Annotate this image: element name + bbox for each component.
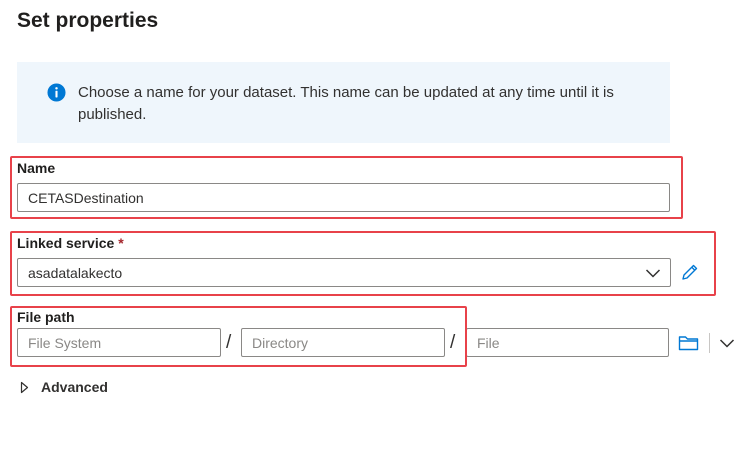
- chevron-down-icon: [719, 339, 735, 348]
- name-input[interactable]: [17, 183, 670, 212]
- toolbar-divider: [709, 333, 710, 353]
- advanced-toggle[interactable]: Advanced: [20, 379, 108, 395]
- chevron-down-icon: [645, 269, 661, 278]
- page-title: Set properties: [17, 9, 159, 32]
- advanced-label: Advanced: [41, 379, 108, 395]
- file-input[interactable]: [466, 328, 669, 357]
- folder-icon: [678, 336, 698, 351]
- name-label: Name: [17, 160, 56, 176]
- edit-linked-service-button[interactable]: [678, 260, 702, 284]
- file-path-label: File path: [17, 309, 75, 325]
- pencil-icon: [682, 264, 698, 280]
- file-system-input[interactable]: [17, 328, 221, 357]
- linked-service-select[interactable]: asadatalakecto: [17, 258, 671, 287]
- directory-input[interactable]: [241, 328, 445, 357]
- required-marker: *: [118, 235, 124, 251]
- set-properties-panel: Set properties Choose a name for your da…: [0, 0, 753, 457]
- path-separator: /: [450, 332, 456, 353]
- linked-service-label: Linked service *: [17, 235, 124, 251]
- path-separator: /: [226, 332, 232, 353]
- info-icon: [47, 83, 66, 102]
- info-message-bar: Choose a name for your dataset. This nam…: [17, 62, 670, 143]
- more-options-button[interactable]: [716, 332, 738, 354]
- caret-right-icon: [20, 381, 29, 393]
- linked-service-label-text: Linked service: [17, 235, 115, 251]
- info-text: Choose a name for your dataset. This nam…: [78, 84, 614, 123]
- linked-service-value: asadatalakecto: [28, 264, 123, 281]
- browse-button[interactable]: [676, 331, 700, 355]
